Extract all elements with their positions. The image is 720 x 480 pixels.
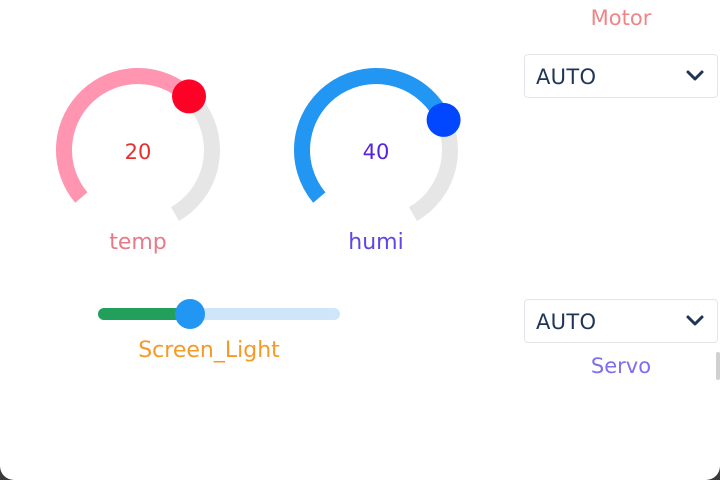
temp-gauge-knob[interactable] bbox=[172, 79, 207, 114]
screen-light-label: Screen_Light bbox=[138, 338, 280, 363]
chevron-down-icon bbox=[686, 315, 704, 326]
humi-gauge-arc bbox=[294, 68, 451, 203]
temp-gauge[interactable]: 20 bbox=[48, 62, 228, 222]
scrollbar[interactable] bbox=[716, 352, 720, 380]
temp-value: 20 bbox=[124, 140, 152, 164]
servo-select-value: AUTO bbox=[536, 310, 597, 334]
humi-value: 40 bbox=[362, 140, 390, 164]
chevron-down-icon bbox=[686, 70, 704, 81]
temp-label: temp bbox=[109, 230, 167, 255]
motor-select-value: AUTO bbox=[536, 65, 597, 89]
screen-light-thumb[interactable] bbox=[174, 299, 205, 329]
humi-gauge-knob[interactable] bbox=[426, 102, 461, 137]
screen-light-slider[interactable] bbox=[98, 297, 340, 331]
motor-label: Motor bbox=[590, 6, 652, 30]
servo-select[interactable]: AUTO bbox=[524, 299, 718, 343]
temp-gauge-arc bbox=[56, 68, 195, 203]
control-panel: 20 temp 40 humi Screen_Light Motor AUTO … bbox=[0, 0, 720, 480]
servo-label: Servo bbox=[590, 354, 652, 378]
motor-select[interactable]: AUTO bbox=[524, 54, 718, 98]
humi-gauge[interactable]: 40 bbox=[286, 62, 466, 222]
humi-label: humi bbox=[348, 230, 404, 255]
